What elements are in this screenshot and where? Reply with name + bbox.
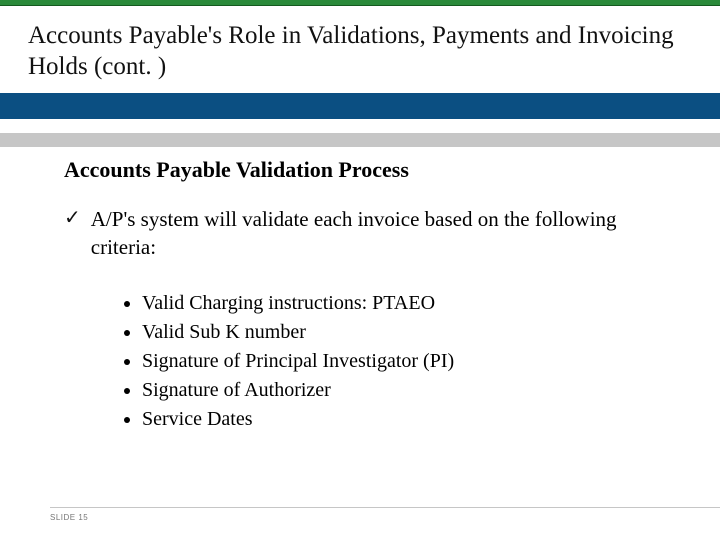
section-heading: Accounts Payable Validation Process <box>64 157 680 183</box>
list-item: Valid Charging instructions: PTAEO <box>142 289 680 318</box>
list-item: Signature of Authorizer <box>142 376 680 405</box>
content-area: Accounts Payable Validation Process ✓ A/… <box>0 147 720 435</box>
list-item: Service Dates <box>142 405 680 434</box>
title-area: Accounts Payable's Role in Validations, … <box>0 6 720 93</box>
criteria-list: Valid Charging instructions: PTAEO Valid… <box>142 289 680 434</box>
slide-number: SLIDE 15 <box>50 513 88 522</box>
checkmark-icon: ✓ <box>64 205 81 231</box>
blue-bar <box>0 93 720 119</box>
footer-rule <box>50 507 720 508</box>
list-item: Signature of Principal Investigator (PI) <box>142 347 680 376</box>
gray-bar <box>0 133 720 147</box>
check-bullet-text: A/P's system will validate each invoice … <box>91 205 680 262</box>
slide-title: Accounts Payable's Role in Validations, … <box>28 20 692 83</box>
list-item: Valid Sub K number <box>142 318 680 347</box>
check-bullet-row: ✓ A/P's system will validate each invoic… <box>64 205 680 262</box>
